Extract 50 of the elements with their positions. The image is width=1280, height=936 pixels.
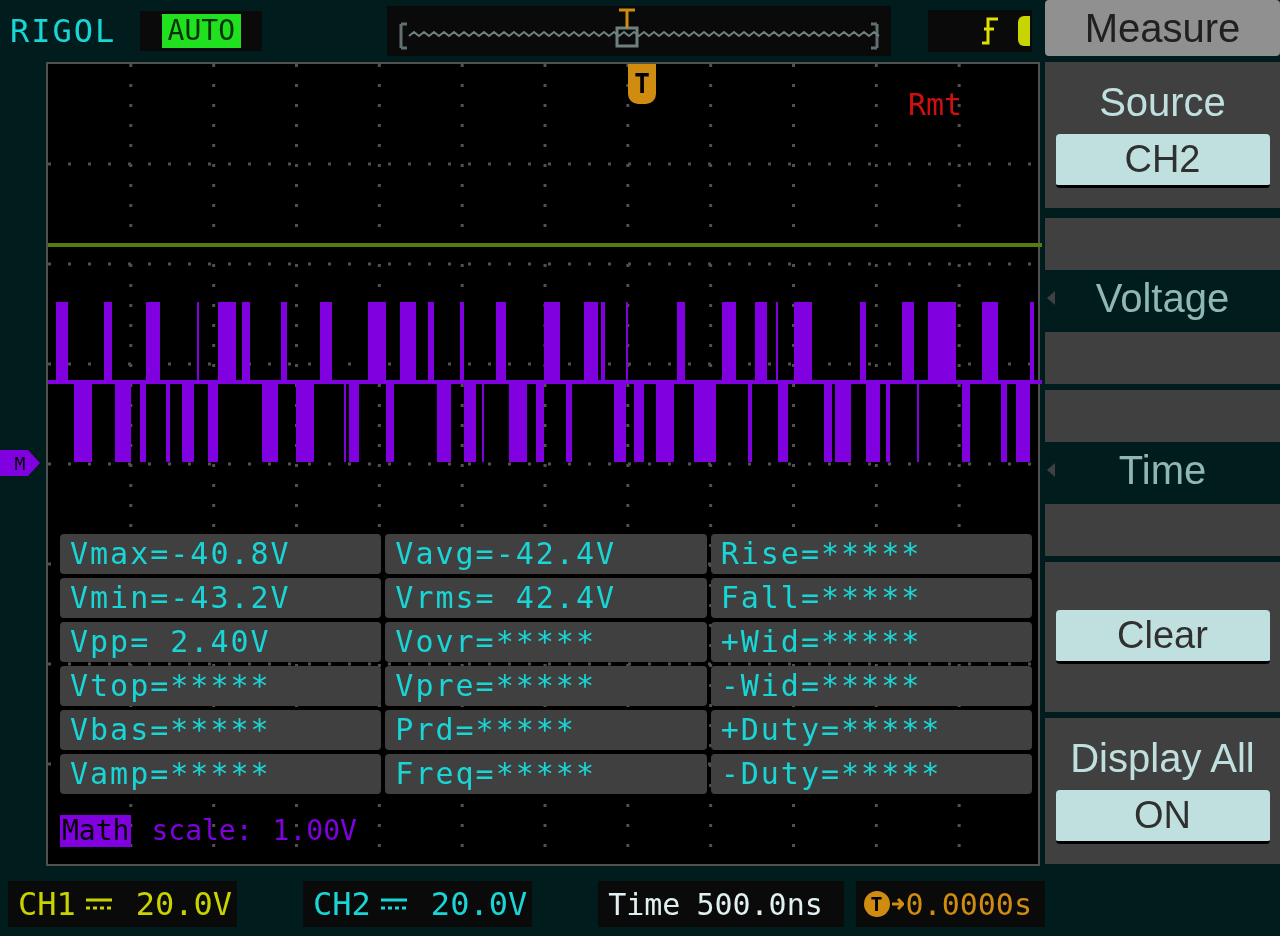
left-arrow-icon bbox=[1047, 291, 1055, 305]
measurement-cell: +Wid=***** bbox=[710, 622, 1032, 662]
measurement-cell: Vamp=***** bbox=[60, 754, 382, 794]
measurement-cell: -Duty=***** bbox=[710, 754, 1032, 794]
trigger-marker: T bbox=[628, 64, 656, 104]
measurement-cell: Vmin=-43.2V bbox=[60, 578, 382, 618]
measurement-cell: Vovr=***** bbox=[385, 622, 707, 662]
mode-badge: AUTO bbox=[140, 11, 263, 51]
menu-item[interactable]: Time bbox=[1045, 442, 1280, 498]
trigger-offset-value: 0.0000s bbox=[905, 885, 1032, 924]
measurement-cell: Rise=***** bbox=[710, 534, 1032, 574]
rising-edge-icon bbox=[980, 17, 1001, 45]
measurement-cell: Vtop=***** bbox=[60, 666, 382, 706]
measurement-cell: +Duty=***** bbox=[710, 710, 1032, 750]
math-scale-value: 1.00V bbox=[272, 813, 357, 849]
measurement-cell: Fall=***** bbox=[710, 578, 1032, 618]
measurement-cell: Vavg=-42.4V bbox=[385, 534, 707, 574]
left-arrow-icon bbox=[1047, 463, 1055, 477]
measurement-cell: Vrms= 42.4V bbox=[385, 578, 707, 618]
measurement-cell: Freq=***** bbox=[385, 754, 707, 794]
menu-title: Measure bbox=[1045, 0, 1280, 56]
math-tag: Math bbox=[60, 815, 132, 847]
menu-item[interactable]: Voltage bbox=[1045, 270, 1280, 326]
menu-value: Clear bbox=[1055, 610, 1270, 664]
measurement-cell: Vpre=***** bbox=[385, 666, 707, 706]
measurement-cell: Vmax=-40.8V bbox=[60, 534, 382, 574]
math-channel-marker: M bbox=[0, 450, 40, 476]
menu-value: CH2 bbox=[1055, 134, 1270, 188]
time-label: Time bbox=[608, 885, 681, 924]
math-scale-label: scale: bbox=[151, 813, 253, 849]
brand-label: RIGOL bbox=[10, 11, 117, 52]
channel-scale-value: 20.0V bbox=[430, 884, 528, 925]
measurement-cell: Vpp= 2.40V bbox=[60, 622, 382, 662]
trigger-icon: T bbox=[863, 891, 890, 917]
ch1-indicator-icon bbox=[1018, 16, 1031, 46]
channel-name: CH2 bbox=[313, 884, 371, 925]
channel-scale-value: 20.0V bbox=[135, 884, 233, 925]
measurement-cell: Vbas=***** bbox=[60, 710, 382, 750]
arrow-icon bbox=[891, 897, 904, 911]
dc-coupling-icon bbox=[85, 897, 112, 911]
menu-value: ON bbox=[1055, 790, 1270, 844]
menu-item[interactable]: Clear bbox=[1045, 562, 1280, 712]
measurement-cell: Prd=***** bbox=[385, 710, 707, 750]
menu-label: Display All bbox=[1070, 738, 1255, 778]
time-value: 500.0ns bbox=[696, 885, 823, 924]
channel-name: CH1 bbox=[18, 884, 76, 925]
remote-indicator: Rmt bbox=[908, 86, 963, 124]
menu-label: Source bbox=[1099, 82, 1226, 122]
measurement-cell: -Wid=***** bbox=[710, 666, 1032, 706]
dc-coupling-icon bbox=[380, 897, 407, 911]
